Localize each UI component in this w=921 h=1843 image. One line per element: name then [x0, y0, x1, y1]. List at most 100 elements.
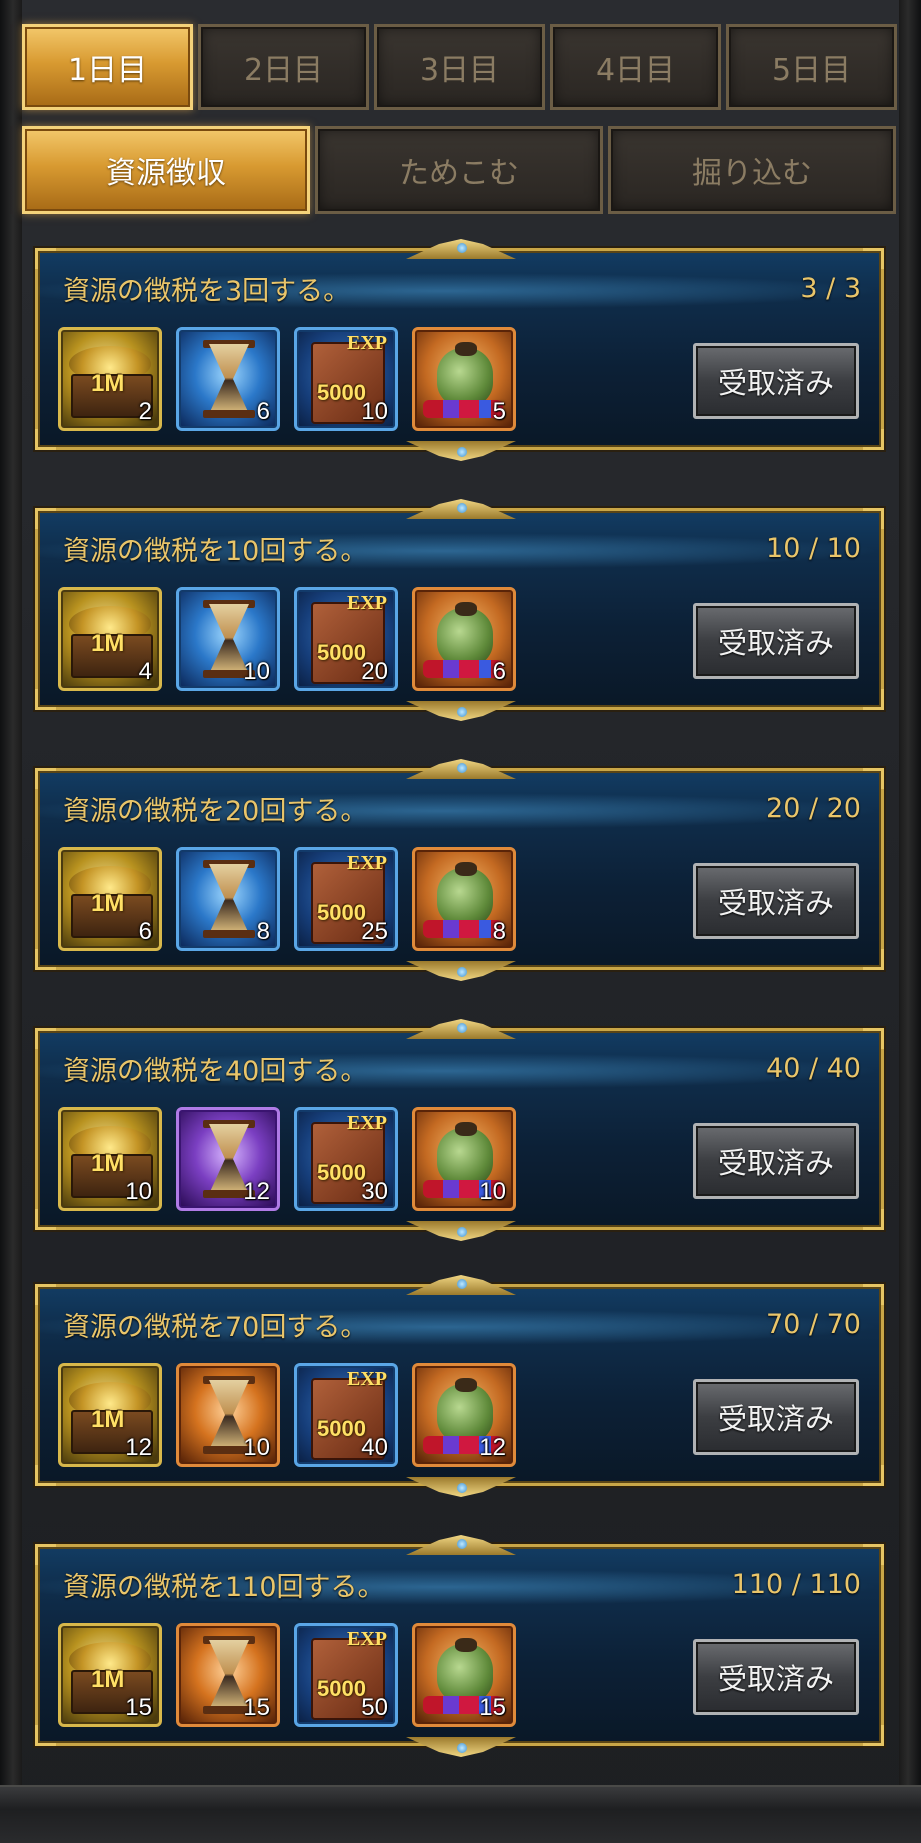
claimed-button[interactable]: 受取済み	[693, 603, 859, 679]
tab-day-3[interactable]: 3日目	[374, 24, 545, 110]
corner-ornament	[863, 1544, 884, 1565]
gem-bag-icon[interactable]: 15	[412, 1623, 516, 1727]
gem-bag-icon[interactable]: 8	[412, 847, 516, 951]
item-count: 5	[492, 398, 506, 425]
corner-ornament	[863, 1284, 884, 1305]
tab-dig[interactable]: 掘り込む	[608, 126, 896, 214]
corner-ornament	[863, 689, 884, 710]
corner-ornament	[35, 768, 56, 789]
gold-chest-icon[interactable]: 1M 4	[58, 587, 162, 691]
gold-chest-icon[interactable]: 1M 12	[58, 1363, 162, 1467]
exp-book-icon[interactable]: EXP 5000 20	[294, 587, 398, 691]
gem-bag-icon[interactable]: 10	[412, 1107, 516, 1211]
item-amount-label: 5000	[317, 900, 366, 925]
claimed-button[interactable]: 受取済み	[693, 343, 859, 419]
quest-title: 資源の徴税を3回する。	[63, 276, 351, 307]
reward-items: 1M 12 10 EXP 5000 40 12	[58, 1363, 530, 1467]
gem-icon	[457, 1743, 467, 1753]
gem-icon	[457, 1227, 467, 1237]
gold-chest-icon[interactable]: 1M 2	[58, 327, 162, 431]
quest-title: 資源の徴税を20回する。	[63, 796, 368, 827]
hourglass-blue-icon[interactable]: 8	[176, 847, 280, 951]
item-count: 50	[361, 1694, 388, 1721]
gem-bag-icon[interactable]: 6	[412, 587, 516, 691]
hourglass-blue-icon[interactable]: 10	[176, 587, 280, 691]
corner-ornament	[863, 1465, 884, 1486]
quest-card: 資源の徴税を40回する。 40 / 40 1M 10 12 EXP 5000 30 10…	[35, 1019, 884, 1241]
tab-day-4[interactable]: 4日目	[550, 24, 721, 110]
gem-icon	[457, 503, 467, 513]
corner-ornament	[863, 1725, 884, 1746]
exp-label: EXP	[347, 332, 387, 354]
reward-items: 1M 10 12 EXP 5000 30 10	[58, 1107, 530, 1211]
exp-book-icon[interactable]: EXP 5000 10	[294, 327, 398, 431]
claimed-button[interactable]: 受取済み	[693, 1639, 859, 1715]
corner-ornament	[35, 1028, 56, 1049]
corner-ornament	[35, 949, 56, 970]
exp-book-icon[interactable]: EXP 5000 30	[294, 1107, 398, 1211]
exp-book-icon[interactable]: EXP 5000 50	[294, 1623, 398, 1727]
item-count: 12	[243, 1178, 270, 1205]
gold-chest-icon[interactable]: 1M 6	[58, 847, 162, 951]
tab-collect-resources[interactable]: 資源徴収	[22, 126, 310, 214]
bottom-bar	[0, 1785, 921, 1843]
item-count: 8	[492, 918, 506, 945]
exp-book-icon[interactable]: EXP 5000 25	[294, 847, 398, 951]
reward-items: 1M 6 8 EXP 5000 25 8	[58, 847, 530, 951]
item-count: 10	[479, 1178, 506, 1205]
quest-card: 資源の徴税を3回する。 3 / 3 1M 2 6 EXP 5000 10 5 受取済み	[35, 239, 884, 461]
tab-day-2[interactable]: 2日目	[198, 24, 369, 110]
claimed-button[interactable]: 受取済み	[693, 863, 859, 939]
hourglass-blue-icon[interactable]: 6	[176, 327, 280, 431]
reward-items: 1M 4 10 EXP 5000 20 6	[58, 587, 530, 691]
item-count: 15	[125, 1694, 152, 1721]
item-count: 20	[361, 658, 388, 685]
gem-bag-icon[interactable]: 12	[412, 1363, 516, 1467]
tab-day-5[interactable]: 5日目	[726, 24, 897, 110]
item-count: 6	[492, 658, 506, 685]
gold-chest-icon[interactable]: 1M 10	[58, 1107, 162, 1211]
corner-ornament	[863, 949, 884, 970]
gem-icon	[457, 707, 467, 717]
hourglass-purple-icon[interactable]: 12	[176, 1107, 280, 1211]
item-count: 40	[361, 1434, 388, 1461]
quest-progress: 110 / 110	[731, 1569, 861, 1600]
exp-book-icon[interactable]: EXP 5000 40	[294, 1363, 398, 1467]
item-amount-label: 5000	[317, 1160, 366, 1185]
gem-icon	[457, 967, 467, 977]
quest-title: 資源の徴税を70回する。	[63, 1312, 368, 1343]
corner-ornament	[35, 508, 56, 529]
claimed-button[interactable]: 受取済み	[693, 1123, 859, 1199]
corner-ornament	[35, 1725, 56, 1746]
quest-card: 資源の徴税を10回する。 10 / 10 1M 4 10 EXP 5000 20 6 受…	[35, 499, 884, 721]
item-count: 8	[256, 918, 270, 945]
quest-progress: 40 / 40	[766, 1053, 861, 1084]
gem-icon	[457, 1539, 467, 1549]
gem-icon	[457, 1483, 467, 1493]
corner-ornament	[35, 689, 56, 710]
item-count: 30	[361, 1178, 388, 1205]
gem-icon	[457, 243, 467, 253]
item-count: 2	[138, 398, 152, 425]
tab-day-1[interactable]: 1日目	[22, 24, 193, 110]
item-count: 10	[361, 398, 388, 425]
corner-ornament	[863, 768, 884, 789]
corner-ornament	[35, 1209, 56, 1230]
hourglass-orange-icon[interactable]: 15	[176, 1623, 280, 1727]
item-count: 6	[256, 398, 270, 425]
gem-icon	[457, 763, 467, 773]
exp-label: EXP	[347, 1628, 387, 1650]
gem-bag-icon[interactable]: 5	[412, 327, 516, 431]
corner-ornament	[35, 429, 56, 450]
hourglass-orange-icon[interactable]: 10	[176, 1363, 280, 1467]
quest-title: 資源の徴税を10回する。	[63, 536, 368, 567]
item-count: 10	[243, 658, 270, 685]
corner-ornament	[863, 429, 884, 450]
item-amount-label: 5000	[317, 1676, 366, 1701]
exp-label: EXP	[347, 1368, 387, 1390]
corner-ornament	[863, 508, 884, 529]
tab-hoard[interactable]: ためこむ	[315, 126, 603, 214]
gold-chest-icon[interactable]: 1M 15	[58, 1623, 162, 1727]
claimed-button[interactable]: 受取済み	[693, 1379, 859, 1455]
quest-progress: 20 / 20	[766, 793, 861, 824]
